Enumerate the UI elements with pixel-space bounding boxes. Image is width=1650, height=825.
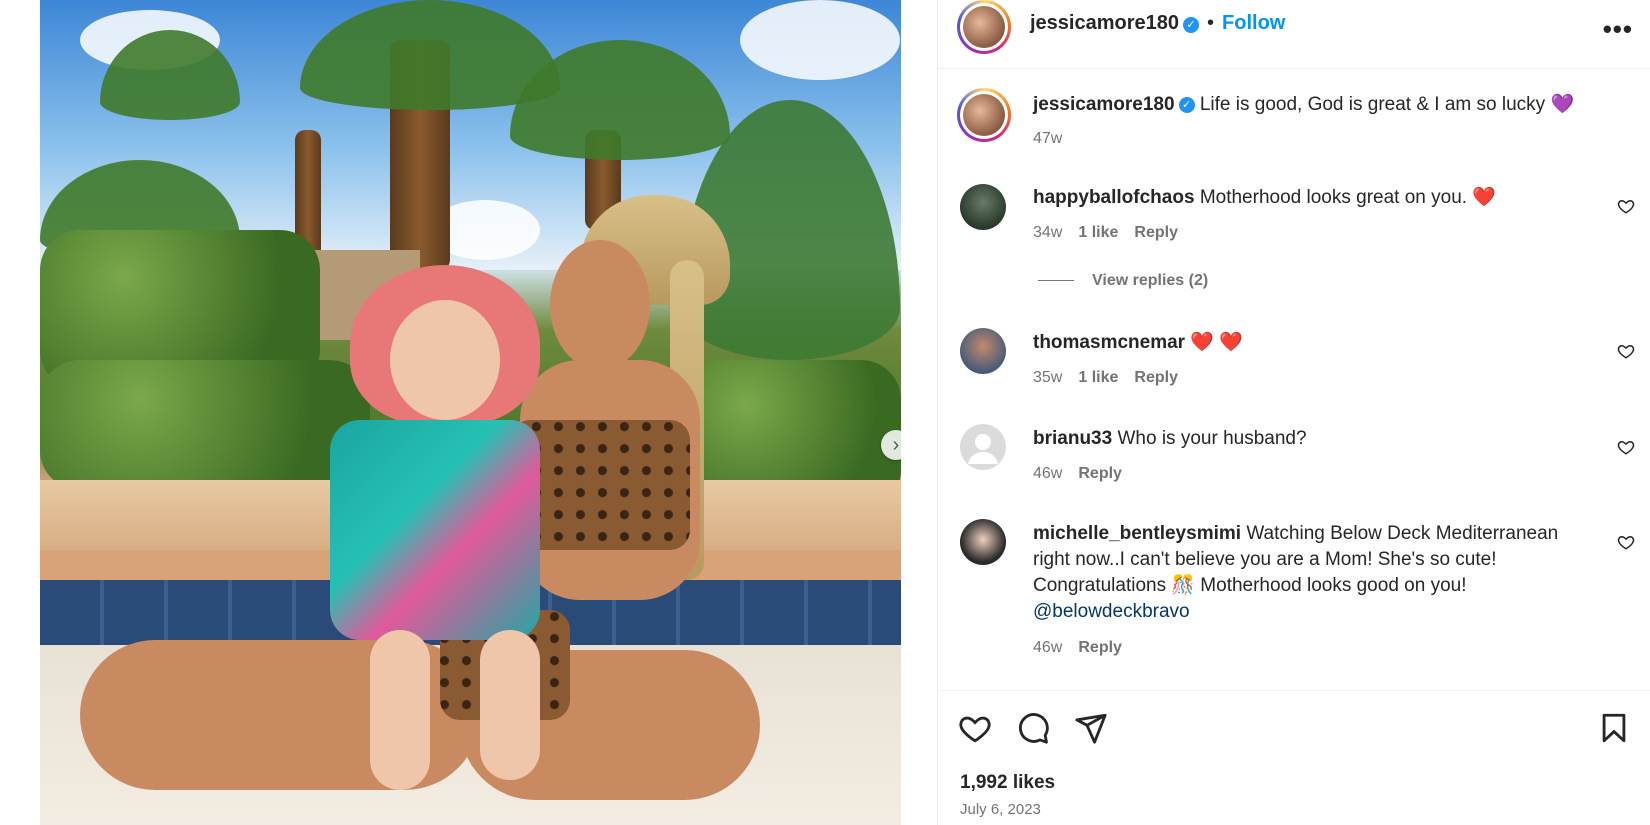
comment-avatar[interactable] [960,184,1006,230]
baby-leg [480,630,540,780]
mention-link[interactable]: @belowdeckbravo [1033,599,1593,625]
heart-icon[interactable] [958,711,992,745]
comment-age: 35w [1033,369,1063,386]
comment-username[interactable]: thomasmcnemar [1033,332,1185,353]
heart-icon[interactable] [1617,197,1635,215]
reply-button[interactable]: Reply [1078,639,1122,656]
reply-button[interactable]: Reply [1078,465,1122,482]
comment-body: ❤️ ❤️ [1190,332,1243,353]
caption-username[interactable]: jessicamore180 [1033,94,1175,115]
comment-text: happyballofchaos Motherhood looks great … [1033,185,1593,211]
photo-cloud [740,0,900,80]
comment-age: 46w [1033,465,1063,482]
baby-swimsuit [330,420,540,640]
comment-body-line: right now..I can't believe you are a Mom… [1033,549,1497,570]
comment-body-line: Congratulations 🎊 Motherhood looks good … [1033,575,1467,596]
comment-text: thomasmcnemar ❤️ ❤️ [1033,330,1593,356]
comment-avatar[interactable] [960,519,1006,565]
baby-leg [370,630,430,790]
baby-face [390,300,500,420]
comment-meta: 35w 1 like Reply [1033,369,1194,387]
caption-meta: 47w [1033,130,1078,148]
comment-icon[interactable] [1016,711,1050,745]
heart-icon[interactable] [1617,342,1635,360]
comment-username[interactable]: brianu33 [1033,428,1112,449]
more-options-icon[interactable]: ••• [1603,14,1633,45]
comment-body: Who is your husband? [1117,428,1307,449]
comment-meta: 46w Reply [1033,639,1138,657]
comment-username[interactable]: happyballofchaos [1033,187,1195,208]
reply-button[interactable]: Reply [1134,224,1178,241]
woman-face [550,240,650,370]
comment-age: 46w [1033,639,1063,656]
comment-meta: 46w Reply [1033,465,1138,483]
caption-body: Life is good, God is great & I am so luc… [1199,94,1575,115]
separator: • [1207,12,1215,34]
post-photo: › [40,0,901,825]
send-icon[interactable] [1074,711,1108,745]
header-user-row: jessicamore180 ✓ • Follow [1030,12,1285,35]
bookmark-icon[interactable] [1597,711,1631,745]
author-username[interactable]: jessicamore180 [1030,12,1179,34]
caption-text: jessicamore180 ✓ Life is good, God is gre… [1033,92,1593,118]
caption-age: 47w [1033,130,1063,147]
comment-like-count[interactable]: 1 like [1078,369,1118,386]
post-header: jessicamore180 ✓ • Follow ••• [938,0,1650,69]
comment-meta: 34w 1 like Reply [1033,224,1194,242]
heart-icon[interactable] [1617,533,1635,551]
post-panel: jessicamore180 ✓ • Follow ••• jessicamore18… [937,0,1650,825]
post-date: July 6, 2023 [960,801,1041,818]
comment-age: 34w [1033,224,1063,241]
like-count[interactable]: 1,992 likes [960,772,1055,794]
comment-body: Motherhood looks great on you. ❤️ [1199,187,1496,208]
author-avatar[interactable] [957,0,1011,54]
verified-icon: ✓ [1178,96,1195,113]
view-replies-button[interactable]: View replies (2) [1038,272,1208,290]
follow-button[interactable]: Follow [1222,12,1285,34]
default-avatar-icon [968,434,998,464]
comment-like-count[interactable]: 1 like [1078,224,1118,241]
caption-avatar[interactable] [957,88,1011,142]
comment-text: michelle_bentleysmimi Watching Below Dec… [1033,521,1593,625]
hedge [40,360,370,490]
heart-icon[interactable] [1617,438,1635,456]
verified-icon: ✓ [1183,16,1200,33]
comment-avatar[interactable] [960,424,1006,470]
comment-body-line: Watching Below Deck Mediterranean [1246,523,1559,544]
comment-avatar[interactable] [960,328,1006,374]
reply-button[interactable]: Reply [1134,369,1178,386]
comment-username[interactable]: michelle_bentleysmimi [1033,523,1241,544]
comment-text: brianu33 Who is your husband? [1033,426,1593,452]
view-replies-label: View replies (2) [1092,272,1209,289]
